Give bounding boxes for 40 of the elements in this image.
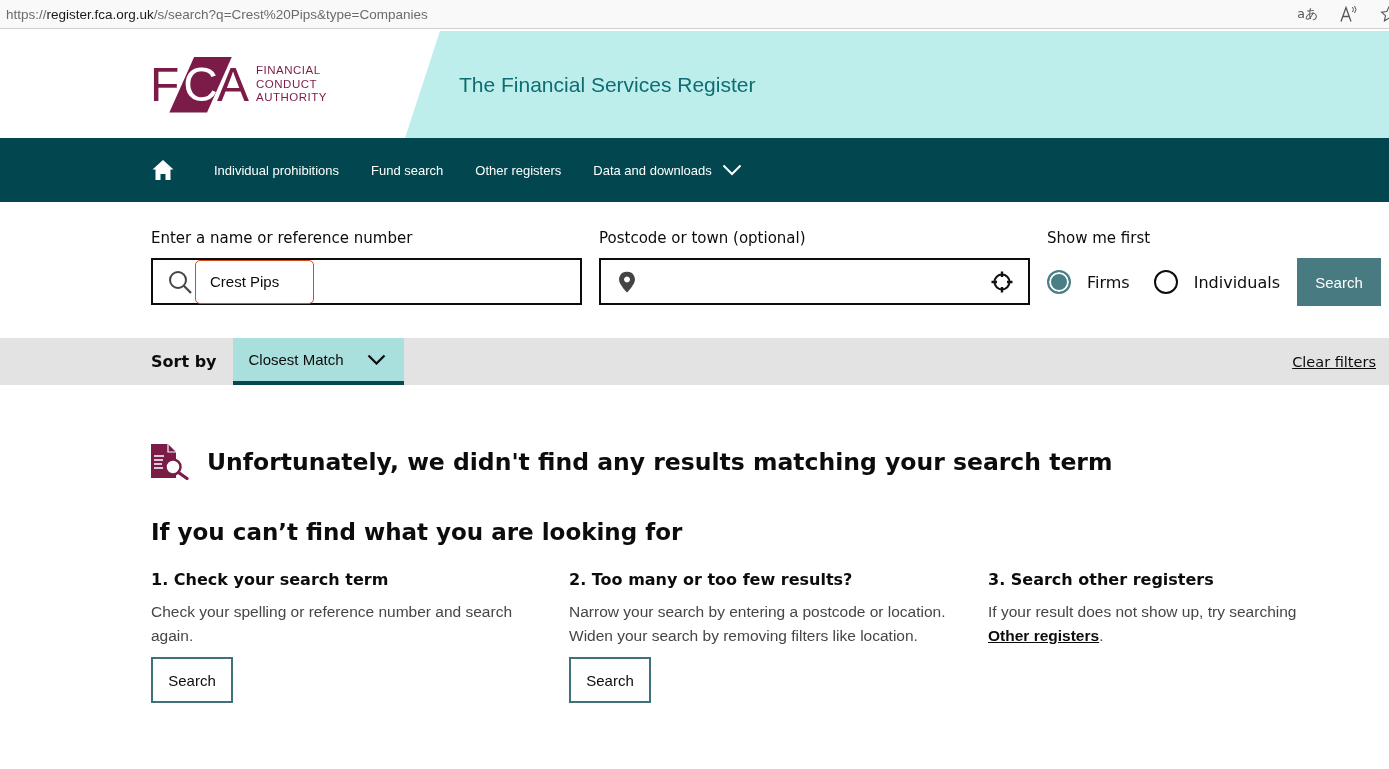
radio-button[interactable] (1047, 270, 1071, 294)
field-label: Postcode or town (optional) (599, 228, 806, 248)
help-text: Check your spelling or reference number and search again. (151, 602, 513, 646)
search-button[interactable]: Search (1296, 258, 1381, 306)
field-label: Enter a name or reference number (151, 228, 413, 248)
help-heading: 1. Check your search term (151, 569, 389, 591)
translate-button[interactable]: aあ (1297, 6, 1318, 22)
location-pin-icon (619, 271, 635, 292)
search-again-button[interactable]: Search (151, 657, 233, 703)
nav-dropdown[interactable]: Data and downloads (593, 162, 742, 178)
star-icon[interactable] (1380, 6, 1389, 22)
address-bar-url[interactable]: https://register.fca.org.uk/s/search?q=Crest%20Pips&type=Companies (6, 6, 428, 22)
help-text: If your result does not show up, try searching Other registers. (988, 602, 1298, 646)
nav-link[interactable]: Other registers (475, 162, 562, 178)
nav-link[interactable]: Fund search (371, 162, 444, 178)
crosshair-icon[interactable] (991, 270, 1013, 293)
radio-button[interactable] (1153, 270, 1178, 294)
home-icon[interactable] (152, 159, 174, 181)
chevron-down-icon (366, 354, 386, 365)
clear-filters-link[interactable]: Clear filters (1292, 353, 1376, 370)
search-icon (168, 269, 192, 294)
help-heading: 3. Search other registers (988, 569, 1214, 591)
help-heading: 2. Too many or too few results? (569, 569, 853, 591)
search-again-button[interactable]: Search (569, 657, 651, 703)
read-aloud-icon[interactable] (1340, 6, 1358, 22)
no-results-heading: Unfortunately, we didn't find any results matching your search term (207, 447, 1113, 477)
help-title: If you can’t find what you are looking for (151, 518, 683, 547)
document-search-icon (151, 444, 189, 480)
logo-wordmark: FINANCIAL CONDUCT AUTHORITY (256, 64, 327, 105)
field-label: Show me first (1047, 228, 1151, 248)
sort-dropdown[interactable]: Closest Match (232, 338, 404, 385)
radio-label: Firms (1087, 272, 1130, 292)
chevron-down-icon (721, 164, 742, 176)
site-title: The Financial Services Register (459, 72, 756, 97)
name-search-field[interactable]: Crest Pips (151, 258, 582, 305)
radio-label: Individuals (1193, 272, 1280, 292)
location-field[interactable] (599, 258, 1030, 305)
sort-label: Sort by (151, 352, 217, 371)
nav-link[interactable]: Individual prohibitions (214, 162, 340, 178)
help-text: Narrow your search by entering a postcode or location. Widen your search by removing filters like location. (569, 602, 947, 646)
